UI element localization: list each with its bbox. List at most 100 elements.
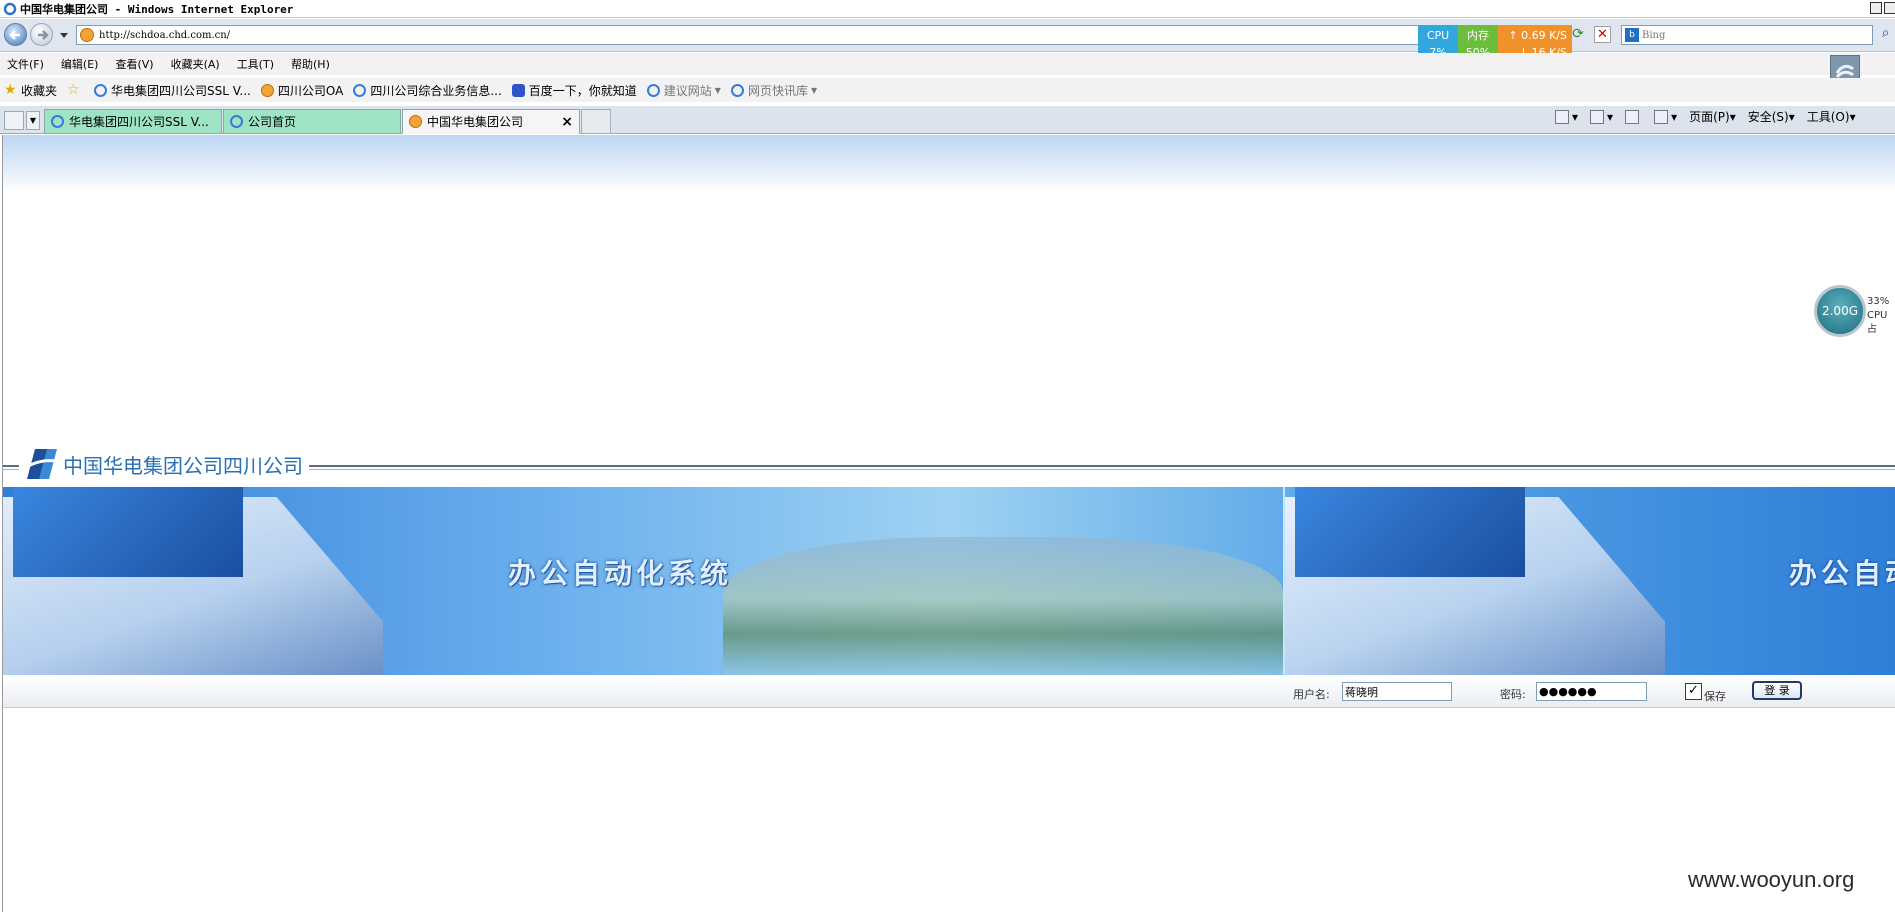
login-bar: 用户名: 密码: ✓ 保存 登 录	[3, 676, 1895, 708]
tab-list-dropdown[interactable]: ▼	[26, 111, 40, 130]
site-favicon-icon	[80, 28, 94, 42]
page-content: 2.00G 33% CPU占 中国华电集团公司四川公司 办公自动化系统 办公自动…	[2, 135, 1895, 912]
banner-title-repeat: 办公自动	[1789, 557, 1895, 590]
cpu-gauge-widget: 2.00G	[1814, 285, 1866, 337]
upload-speed-value: 0.69 K/S	[1521, 29, 1567, 42]
ie-page-icon	[646, 83, 660, 97]
add-favorite-button[interactable]: ☆	[67, 81, 84, 98]
add-favorite-icon: ☆	[67, 81, 80, 98]
chevron-down-icon: ▼	[714, 85, 721, 95]
menu-file[interactable]: 文件(F)	[7, 56, 44, 72]
search-input[interactable]	[1642, 29, 1862, 41]
page-menu[interactable]: 页面(P) ▾	[1689, 108, 1736, 125]
power-plant-illustration	[723, 537, 1283, 675]
mail-button[interactable]	[1625, 109, 1642, 124]
command-bar: ▾ ▾ ▾ 页面(P) ▾ 安全(S) ▾ 工具(O) ▾	[1555, 108, 1868, 125]
menu-help[interactable]: 帮助(H)	[291, 56, 330, 72]
top-gradient	[3, 135, 1895, 193]
company-logo: 中国华电集团公司四川公司	[19, 447, 309, 481]
fav-link-baidu[interactable]: 百度一下，你就知道	[511, 82, 637, 99]
print-button[interactable]: ▾	[1654, 109, 1677, 124]
login-button[interactable]: 登 录	[1752, 681, 1802, 700]
fav-link-label: 百度一下，你就知道	[528, 83, 637, 98]
back-arrow-icon	[9, 30, 20, 40]
fav-link-label: 华电集团四川公司SSL V...	[111, 83, 251, 98]
close-tab-icon[interactable]: ×	[561, 114, 573, 130]
favorites-bar: ★ 收藏夹 ☆ 华电集团四川公司SSL V... 四川公司OA 四川公司综合业务信…	[0, 78, 1895, 102]
search-magnifier-icon[interactable]: ⌕	[1876, 25, 1895, 45]
fav-link-ssl-vpn[interactable]: 华电集团四川公司SSL V...	[94, 82, 251, 99]
tab-label: 中国华电集团公司	[427, 115, 524, 129]
cpu-percent: 33%	[1867, 296, 1890, 307]
memory-meter-label: 内存	[1467, 29, 1489, 42]
bing-icon: b	[1625, 28, 1639, 42]
address-field[interactable]	[76, 25, 1561, 45]
search-field[interactable]: b	[1621, 25, 1873, 45]
safety-menu[interactable]: 安全(S) ▾	[1748, 108, 1795, 125]
address-input[interactable]	[99, 29, 1399, 41]
menu-bar: 文件(F) 编辑(E) 查看(V) 收藏夹(A) 工具(T) 帮助(H)	[0, 53, 1895, 75]
ie-page-icon	[353, 83, 367, 97]
home-icon	[1555, 109, 1569, 124]
fav-link-business-info[interactable]: 四川公司综合业务信息...	[353, 82, 502, 99]
favorites-button[interactable]: ★ 收藏夹	[4, 82, 57, 99]
forward-arrow-icon	[38, 30, 49, 40]
fav-link-label: 建议网站	[663, 83, 712, 98]
laptop-screen-illustration	[1295, 487, 1525, 577]
site-favicon-icon	[409, 115, 422, 128]
password-input[interactable]	[1536, 682, 1647, 701]
maximize-button[interactable]	[1884, 2, 1895, 14]
company-name: 中国华电集团公司四川公司	[63, 453, 303, 478]
save-checkbox[interactable]: ✓	[1685, 683, 1702, 700]
username-input[interactable]	[1342, 682, 1452, 701]
favorites-label: 收藏夹	[21, 83, 58, 98]
ie-logo-icon	[3, 2, 17, 15]
rss-icon	[1590, 109, 1605, 124]
history-dropdown-icon[interactable]	[60, 33, 68, 38]
home-button[interactable]: ▾	[1555, 109, 1578, 124]
chevron-down-icon: ▼	[810, 85, 818, 95]
cpu-gauge-info: 33% CPU占	[1867, 295, 1895, 337]
ie-page-icon	[94, 83, 108, 97]
menu-edit[interactable]: 编辑(E)	[61, 56, 99, 72]
cpu-meter-label: CPU	[1426, 29, 1450, 42]
tab-company-home[interactable]: 公司首页	[223, 109, 401, 134]
window-titlebar: 中国华电集团公司 - Windows Internet Explorer	[0, 0, 1895, 18]
laptop-screen-illustration	[13, 487, 243, 577]
tab-ssl-vpn[interactable]: 华电集团四川公司SSL V...	[44, 109, 222, 134]
menu-view[interactable]: 查看(V)	[115, 56, 153, 72]
minimize-button[interactable]	[1870, 2, 1882, 14]
refresh-icon[interactable]: ⟳	[1570, 26, 1586, 43]
site-favicon-icon	[260, 83, 274, 97]
stop-button[interactable]: ✕	[1594, 26, 1611, 43]
menu-tools[interactable]: 工具(T)	[237, 56, 274, 72]
ie-page-icon	[730, 83, 744, 97]
tab-label: 公司首页	[248, 115, 297, 129]
fav-web-slices[interactable]: 网页快讯库 ▼	[730, 82, 818, 99]
ie-page-icon	[51, 115, 64, 128]
upload-speed: ↑ 0.69 K/S	[1508, 29, 1567, 42]
printer-icon	[1654, 109, 1669, 124]
quick-tabs-button[interactable]	[4, 111, 24, 130]
safety-menu-label: 安全(S)	[1747, 110, 1789, 124]
watermark: www.wooyun.org	[1688, 867, 1855, 892]
save-label: 保存	[1704, 690, 1726, 703]
menu-favorites[interactable]: 收藏夹(A)	[171, 56, 220, 72]
favorites-star-icon: ★	[4, 81, 17, 98]
back-button[interactable]	[4, 23, 27, 46]
banner-title: 办公自动化系统	[508, 557, 733, 590]
ie-page-icon	[230, 115, 243, 128]
fav-suggested-sites[interactable]: 建议网站 ▼	[646, 82, 721, 99]
forward-button[interactable]	[30, 23, 53, 46]
fav-link-label: 四川公司综合业务信息...	[370, 83, 502, 98]
username-label: 用户名:	[1293, 688, 1330, 701]
feeds-button[interactable]: ▾	[1590, 109, 1613, 124]
window-title: 中国华电集团公司 - Windows Internet Explorer	[20, 2, 294, 16]
fav-link-oa[interactable]: 四川公司OA	[260, 82, 344, 99]
page-menu-label: 页面(P)	[1689, 110, 1730, 124]
new-tab-button[interactable]	[581, 109, 611, 134]
tools-menu-label: 工具(O)	[1806, 110, 1850, 124]
tab-chd-active[interactable]: 中国华电集团公司 ×	[402, 109, 580, 134]
fav-link-label: 四川公司OA	[277, 83, 344, 98]
tools-menu[interactable]: 工具(O) ▾	[1807, 108, 1856, 125]
